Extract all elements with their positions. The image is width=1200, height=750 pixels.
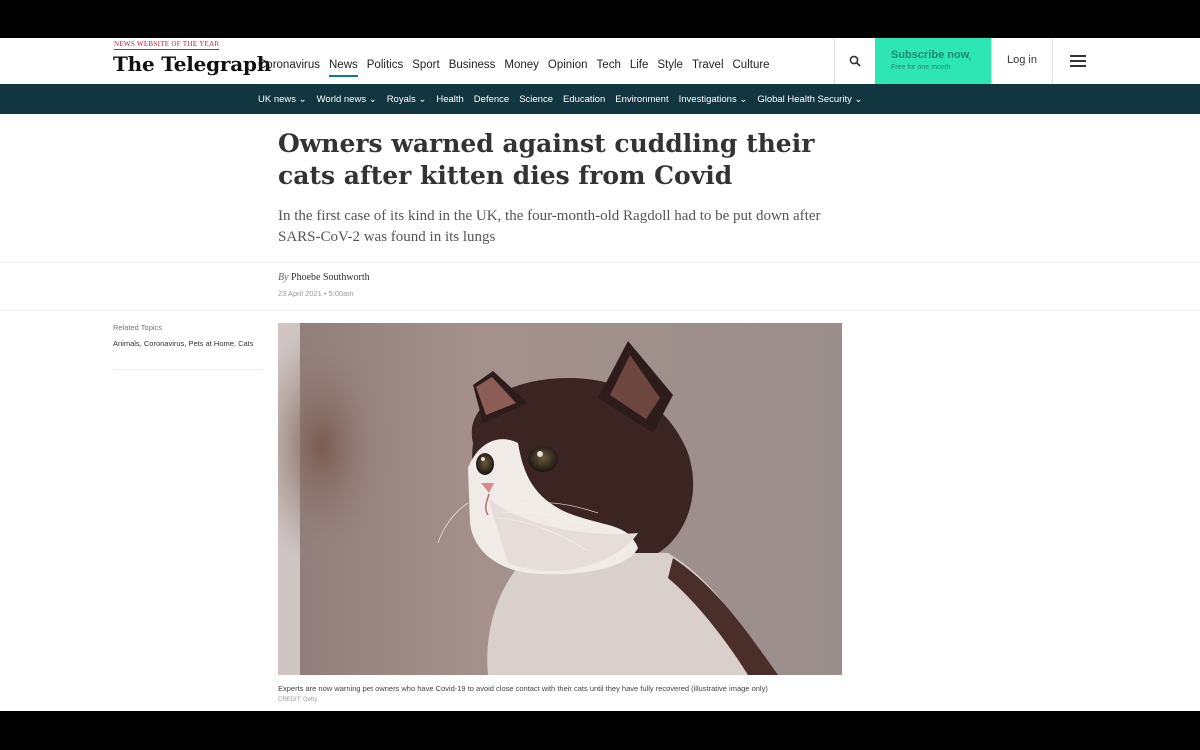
article-hero-image — [278, 323, 842, 675]
publish-date: 23 April 2021 • 5:00am — [278, 289, 354, 298]
subnav-item-environment[interactable]: Environment — [615, 94, 668, 105]
related-topics-list: Animals, Coronavirus, Pets at Home, Cats — [113, 339, 254, 348]
nav-item-style[interactable]: Style — [657, 59, 683, 77]
nav-item-travel[interactable]: Travel — [692, 59, 724, 77]
site-header: NEWS WEBSITE OF THE YEAR The Telegraph C… — [0, 38, 1200, 84]
subscribe-label: Subscribe now — [891, 49, 970, 61]
article-page: NEWS WEBSITE OF THE YEAR The Telegraph C… — [0, 38, 1200, 711]
related-topics-title: Related Topics — [113, 323, 163, 332]
subnav-item-defence[interactable]: Defence — [474, 94, 509, 105]
article-standfirst: In the first case of its kind in the UK,… — [278, 208, 821, 245]
nav-item-culture[interactable]: Culture — [733, 59, 770, 77]
main-nav: Coronavirus News Politics Sport Business… — [258, 59, 779, 77]
kitten-photo — [278, 323, 842, 675]
nav-item-politics[interactable]: Politics — [367, 59, 403, 77]
site-logo[interactable]: The Telegraph — [113, 52, 271, 76]
divider — [0, 310, 1200, 311]
related-topic-link[interactable]: Animals — [113, 339, 140, 348]
subnav-item-investigations[interactable]: Investigations ⌄ — [679, 94, 748, 105]
related-topic-link[interactable]: Coronavirus — [144, 339, 184, 348]
subnav-item-global-health-security[interactable]: Global Health Security ⌄ — [757, 94, 862, 105]
subnav-item-uk-news[interactable]: UK news ⌄ — [258, 94, 307, 105]
subnav-item-health[interactable]: Health — [436, 94, 463, 105]
search-icon — [849, 55, 861, 67]
subnav-item-royals[interactable]: Royals ⌄ — [387, 94, 427, 105]
author-link[interactable]: Phoebe Southworth — [291, 272, 370, 283]
nav-item-opinion[interactable]: Opinion — [548, 59, 588, 77]
image-caption: Experts are now warning pet owners who h… — [278, 684, 768, 693]
divider — [113, 369, 263, 370]
byline-prefix: By — [278, 272, 289, 283]
search-button[interactable] — [835, 38, 875, 84]
award-label: NEWS WEBSITE OF THE YEAR — [114, 40, 220, 50]
related-topic-link[interactable]: Pets at Home — [188, 339, 233, 348]
nav-item-business[interactable]: Business — [449, 59, 496, 77]
nav-item-news[interactable]: News — [329, 59, 358, 77]
nav-item-life[interactable]: Life — [630, 59, 649, 77]
divider — [0, 262, 1200, 263]
hamburger-menu-icon[interactable] — [1068, 52, 1088, 72]
nav-item-money[interactable]: Money — [504, 59, 539, 77]
subscribe-sublabel: Free for one month — [891, 64, 951, 71]
image-credit: CREDIT: Getty — [278, 697, 318, 703]
subnav-item-world-news[interactable]: World news ⌄ — [317, 94, 377, 105]
header-divider — [1052, 38, 1053, 84]
section-subnav: UK news ⌄ World news ⌄ Royals ⌄ Health D… — [0, 84, 1200, 114]
byline: By Phoebe Southworth — [278, 272, 370, 283]
login-link[interactable]: Log in — [1007, 54, 1037, 66]
subscribe-button[interactable]: Subscribe now Free for one month › — [875, 38, 991, 84]
subnav-item-science[interactable]: Science — [519, 94, 553, 105]
subnav-item-education[interactable]: Education — [563, 94, 605, 105]
chevron-right-icon: › — [968, 53, 971, 63]
nav-item-tech[interactable]: Tech — [597, 59, 621, 77]
article-headline: Owners warned against cuddling their cat… — [278, 129, 815, 190]
header-divider — [991, 38, 992, 84]
nav-item-coronavirus[interactable]: Coronavirus — [258, 59, 320, 77]
related-topic-link[interactable]: Cats — [238, 339, 253, 348]
nav-item-sport[interactable]: Sport — [412, 59, 440, 77]
